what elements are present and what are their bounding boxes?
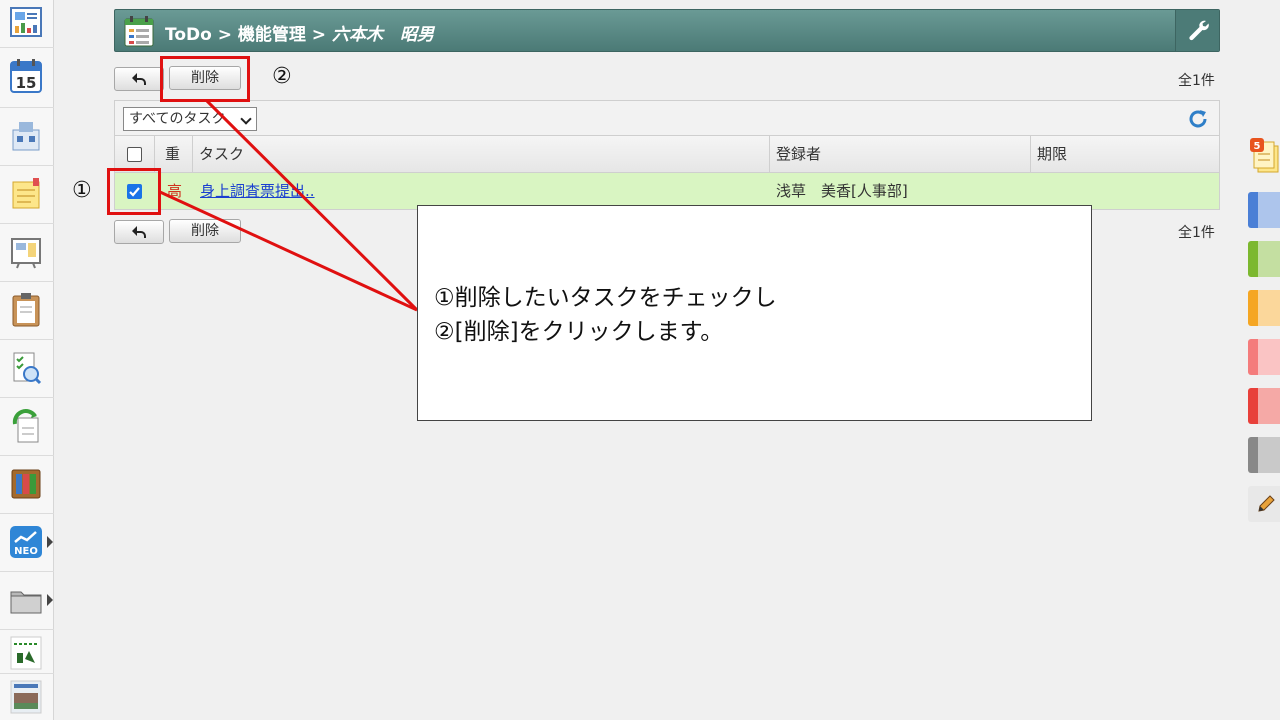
marker-1: ① — [72, 178, 92, 203]
callout-line-2: ②[削除]をクリックします。 — [434, 319, 724, 345]
annotation-line-delete — [205, 99, 419, 312]
callout-line-1: ①削除したいタスクをチェックし — [434, 285, 777, 311]
marker-2: ② — [272, 64, 292, 89]
instruction-callout: ①削除したいタスクをチェックし ②[削除]をクリックします。 — [417, 205, 1092, 421]
highlight-row-checkbox — [107, 168, 161, 215]
annotation-line-checkbox — [159, 190, 418, 312]
highlight-delete-button — [160, 56, 250, 102]
